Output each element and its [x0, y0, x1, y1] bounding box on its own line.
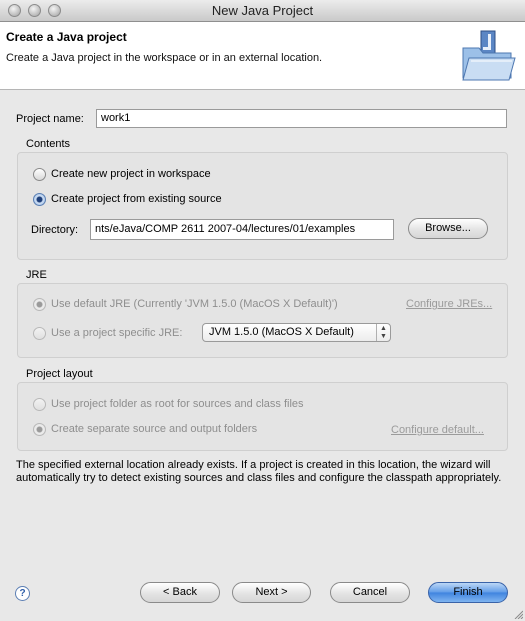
- create-from-existing-label[interactable]: Create project from existing source: [51, 193, 222, 205]
- create-from-existing-radio[interactable]: [33, 193, 46, 206]
- help-icon[interactable]: ?: [15, 586, 30, 601]
- project-name-input[interactable]: work1: [96, 109, 507, 128]
- separate-folders-label[interactable]: Create separate source and output folder…: [51, 423, 257, 435]
- contents-group-title: Contents: [26, 138, 71, 150]
- back-button[interactable]: < Back: [140, 582, 220, 603]
- jre-select-value: JVM 1.5.0 (MacOS X Default): [209, 326, 354, 338]
- directory-label: Directory:: [31, 224, 79, 236]
- info-message: The specified external location already …: [16, 459, 502, 484]
- finish-button[interactable]: Finish: [428, 582, 508, 603]
- jre-group-title: JRE: [26, 269, 47, 281]
- use-specific-jre-label[interactable]: Use a project specific JRE:: [51, 327, 182, 339]
- banner-title: Create a Java project: [6, 30, 127, 44]
- project-name-label: Project name:: [16, 113, 84, 125]
- browse-button[interactable]: Browse...: [408, 218, 488, 239]
- resize-grip-icon[interactable]: [513, 609, 523, 619]
- window-titlebar: New Java Project: [0, 0, 525, 22]
- use-default-jre-radio[interactable]: [33, 298, 46, 311]
- project-root-radio[interactable]: [33, 398, 46, 411]
- jre-group: [17, 283, 508, 358]
- create-new-project-radio[interactable]: [33, 168, 46, 181]
- directory-input[interactable]: nts/eJava/COMP 2611 2007-04/lectures/01/…: [90, 219, 394, 240]
- create-new-project-label[interactable]: Create new project in workspace: [51, 168, 211, 180]
- configure-jres-link[interactable]: Configure JREs...: [406, 298, 492, 310]
- banner-description: Create a Java project in the workspace o…: [6, 52, 323, 64]
- next-button[interactable]: Next >: [232, 582, 311, 603]
- configure-default-link[interactable]: Configure default...: [391, 424, 484, 436]
- window-title: New Java Project: [211, 3, 314, 18]
- jre-select[interactable]: JVM 1.5.0 (MacOS X Default) ▲ ▼: [202, 323, 391, 342]
- java-project-folder-icon: [462, 30, 516, 81]
- select-arrows-icon: ▲ ▼: [376, 324, 390, 341]
- wizard-banner: Create a Java project Create a Java proj…: [0, 22, 525, 90]
- project-root-label[interactable]: Use project folder as root for sources a…: [51, 398, 304, 410]
- layout-group: [17, 382, 508, 451]
- use-default-jre-label[interactable]: Use default JRE (Currently 'JVM 1.5.0 (M…: [51, 298, 338, 310]
- cancel-button[interactable]: Cancel: [330, 582, 410, 603]
- layout-group-title: Project layout: [26, 368, 93, 380]
- separate-folders-radio[interactable]: [33, 423, 46, 436]
- use-specific-jre-radio[interactable]: [33, 327, 46, 340]
